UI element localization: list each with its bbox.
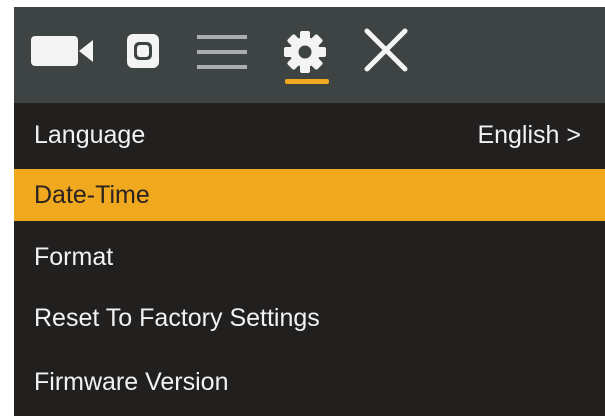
menu-item-label: Format <box>34 243 114 271</box>
gear-icon[interactable] <box>280 27 330 77</box>
language-value: English > <box>477 121 581 149</box>
active-tab-indicator <box>285 79 329 84</box>
close-icon[interactable] <box>361 27 411 73</box>
menu-item-label: Date-Time <box>34 181 150 209</box>
settings-menu: Language English > Date-Time Format Rese… <box>14 103 605 416</box>
video-camera-icon[interactable] <box>31 34 95 68</box>
photo-camera-icon[interactable] <box>126 33 160 69</box>
menu-item-date-time[interactable]: Date-Time <box>14 169 605 221</box>
menu-item-language[interactable]: Language English > <box>14 109 605 161</box>
menu-icon[interactable] <box>197 32 247 72</box>
menu-item-label: Firmware Version <box>34 368 229 396</box>
menu-item-format[interactable]: Format <box>14 231 605 283</box>
menu-item-reset-factory[interactable]: Reset To Factory Settings <box>14 292 605 344</box>
menu-item-label: Language <box>34 121 146 149</box>
menu-item-label: Reset To Factory Settings <box>34 304 320 332</box>
menu-item-firmware-version[interactable]: Firmware Version <box>14 356 605 408</box>
top-toolbar <box>14 7 605 103</box>
settings-screen: Language English > Date-Time Format Rese… <box>14 7 605 416</box>
